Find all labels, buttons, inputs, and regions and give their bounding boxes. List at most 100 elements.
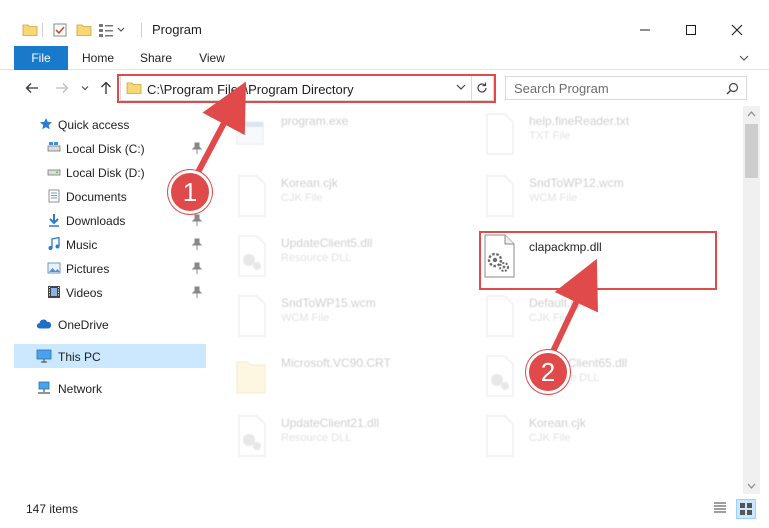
documents-icon bbox=[46, 188, 62, 204]
file-item[interactable]: Microsoft.VC90.CRT bbox=[209, 348, 449, 404]
minimize-button[interactable] bbox=[622, 18, 668, 42]
large-icons-view-button[interactable] bbox=[736, 499, 756, 519]
pin-icon[interactable] bbox=[192, 262, 202, 274]
search-icon bbox=[726, 82, 739, 95]
exe-icon bbox=[236, 121, 264, 145]
file-item[interactable]: UpdateClient21.dll Resource DLL bbox=[209, 408, 449, 464]
file-name: Default.cjk bbox=[529, 296, 586, 310]
sidebar-item-this-pc[interactable]: This PC bbox=[14, 344, 206, 368]
sidebar-item-downloads[interactable]: Downloads bbox=[0, 208, 206, 232]
file-type: Resource DLL bbox=[281, 252, 352, 264]
chevron-down-icon bbox=[739, 55, 749, 61]
sidebar-item-onedrive[interactable]: OneDrive bbox=[0, 312, 206, 336]
search-box[interactable]: Search Program bbox=[505, 76, 747, 100]
forward-button[interactable] bbox=[52, 78, 72, 98]
cloud-icon bbox=[36, 316, 52, 332]
scroll-up-icon[interactable] bbox=[747, 110, 756, 118]
close-button[interactable] bbox=[714, 18, 760, 42]
file-icon bbox=[238, 175, 266, 217]
folder-icon bbox=[22, 20, 38, 40]
network-icon bbox=[36, 380, 52, 396]
maximize-button[interactable] bbox=[668, 18, 714, 42]
minimize-icon bbox=[640, 29, 650, 31]
sidebar-item-label: OneDrive bbox=[58, 318, 109, 332]
sidebar-item-pictures[interactable]: Pictures bbox=[0, 256, 206, 280]
file-name: Korean.cjk bbox=[529, 416, 586, 430]
file-name: Korean.cjk bbox=[281, 176, 338, 190]
tab-home[interactable]: Home bbox=[76, 46, 120, 70]
file-item[interactable]: Korean.cjk CJK File bbox=[209, 168, 449, 224]
up-button[interactable] bbox=[96, 78, 116, 98]
tab-view[interactable]: View bbox=[192, 46, 232, 70]
file-item[interactable]: UpdateClient65.dll Resource DLL bbox=[457, 348, 697, 404]
ribbon-tabs: File Home Share View bbox=[0, 46, 769, 70]
file-name: UpdateClient5.dll bbox=[281, 236, 373, 250]
file-type: TXT File bbox=[529, 130, 571, 142]
file-list: program.exe help.fineReader.txt TXT File… bbox=[209, 106, 743, 494]
pin-icon[interactable] bbox=[192, 214, 202, 226]
sidebar-item-label: Videos bbox=[66, 286, 103, 300]
file-item[interactable]: program.exe bbox=[209, 106, 449, 162]
file-item[interactable]: UpdateClient5.dll Resource DLL bbox=[209, 228, 449, 284]
sidebar-item-music[interactable]: Music bbox=[0, 232, 206, 256]
navigation-pane: Quick access Local Disk (C:) Local Disk … bbox=[0, 106, 208, 494]
file-icon bbox=[486, 295, 514, 337]
tab-file[interactable]: File bbox=[14, 46, 68, 70]
dll-icon bbox=[486, 355, 514, 397]
file-item[interactable]: SndToWP15.wcm WCM File bbox=[209, 288, 449, 344]
pin-icon[interactable] bbox=[192, 286, 202, 298]
chevron-down-icon bbox=[81, 86, 89, 91]
dll-icon bbox=[238, 415, 266, 457]
sidebar-item-label: Quick access bbox=[58, 118, 130, 132]
file-item[interactable]: help.fineReader.txt TXT File bbox=[457, 106, 697, 162]
quick-access-divider bbox=[42, 23, 43, 37]
sidebar-item-label: Downloads bbox=[66, 214, 126, 228]
file-item[interactable]: SndToWP12.wcm WCM File bbox=[457, 168, 697, 224]
details-view-button[interactable] bbox=[712, 500, 730, 518]
scroll-thumb[interactable] bbox=[745, 124, 758, 178]
computer-icon bbox=[36, 348, 52, 364]
maximize-icon bbox=[686, 25, 696, 35]
new-folder-icon[interactable] bbox=[76, 20, 92, 40]
dll-icon bbox=[238, 235, 266, 277]
videos-icon bbox=[46, 284, 62, 300]
expand-ribbon-button[interactable] bbox=[736, 50, 752, 66]
title-divider bbox=[141, 23, 142, 37]
music-icon bbox=[46, 236, 62, 252]
sidebar-item-label: Documents bbox=[66, 190, 127, 204]
file-highlight-box bbox=[479, 231, 717, 290]
file-item[interactable]: Korean.cjk CJK File bbox=[457, 408, 697, 464]
sidebar-item-videos[interactable]: Videos bbox=[0, 280, 206, 304]
sidebar-item-label: This PC bbox=[58, 350, 101, 364]
tab-share[interactable]: Share bbox=[134, 46, 178, 70]
address-highlight-box bbox=[117, 74, 496, 103]
file-icon bbox=[486, 415, 514, 457]
file-name: help.fineReader.txt bbox=[529, 114, 630, 128]
sidebar-item-quick-access[interactable]: Quick access bbox=[0, 112, 206, 136]
arrow-up-icon bbox=[101, 81, 111, 94]
file-type: WCM File bbox=[281, 312, 330, 324]
file-icon bbox=[486, 113, 514, 155]
file-icon bbox=[238, 295, 266, 337]
vertical-scrollbar[interactable] bbox=[743, 106, 760, 494]
properties-icon[interactable] bbox=[52, 20, 68, 40]
recent-locations-button[interactable] bbox=[78, 78, 92, 98]
pictures-icon bbox=[46, 260, 62, 276]
sidebar-item-local-disk-c[interactable]: Local Disk (C:) bbox=[0, 136, 206, 160]
customize-toolbar-icon[interactable] bbox=[98, 20, 128, 40]
file-icon bbox=[486, 175, 514, 217]
file-type: CJK File bbox=[281, 192, 323, 204]
pin-icon[interactable] bbox=[192, 142, 202, 154]
file-type: CJK File bbox=[529, 312, 571, 324]
pin-icon[interactable] bbox=[192, 238, 202, 250]
file-item[interactable]: Default.cjk CJK File bbox=[457, 288, 697, 344]
sidebar-item-label: Network bbox=[58, 382, 103, 396]
file-name: UpdateClient21.dll bbox=[281, 416, 380, 430]
sidebar-item-label: Local Disk (D:) bbox=[66, 166, 145, 180]
status-bar: 147 items bbox=[0, 496, 769, 522]
downloads-icon bbox=[46, 212, 62, 228]
sidebar-item-label: Local Disk (C:) bbox=[66, 142, 145, 156]
scroll-down-icon[interactable] bbox=[747, 482, 756, 490]
sidebar-item-network[interactable]: Network bbox=[0, 376, 206, 400]
back-button[interactable] bbox=[22, 78, 42, 98]
